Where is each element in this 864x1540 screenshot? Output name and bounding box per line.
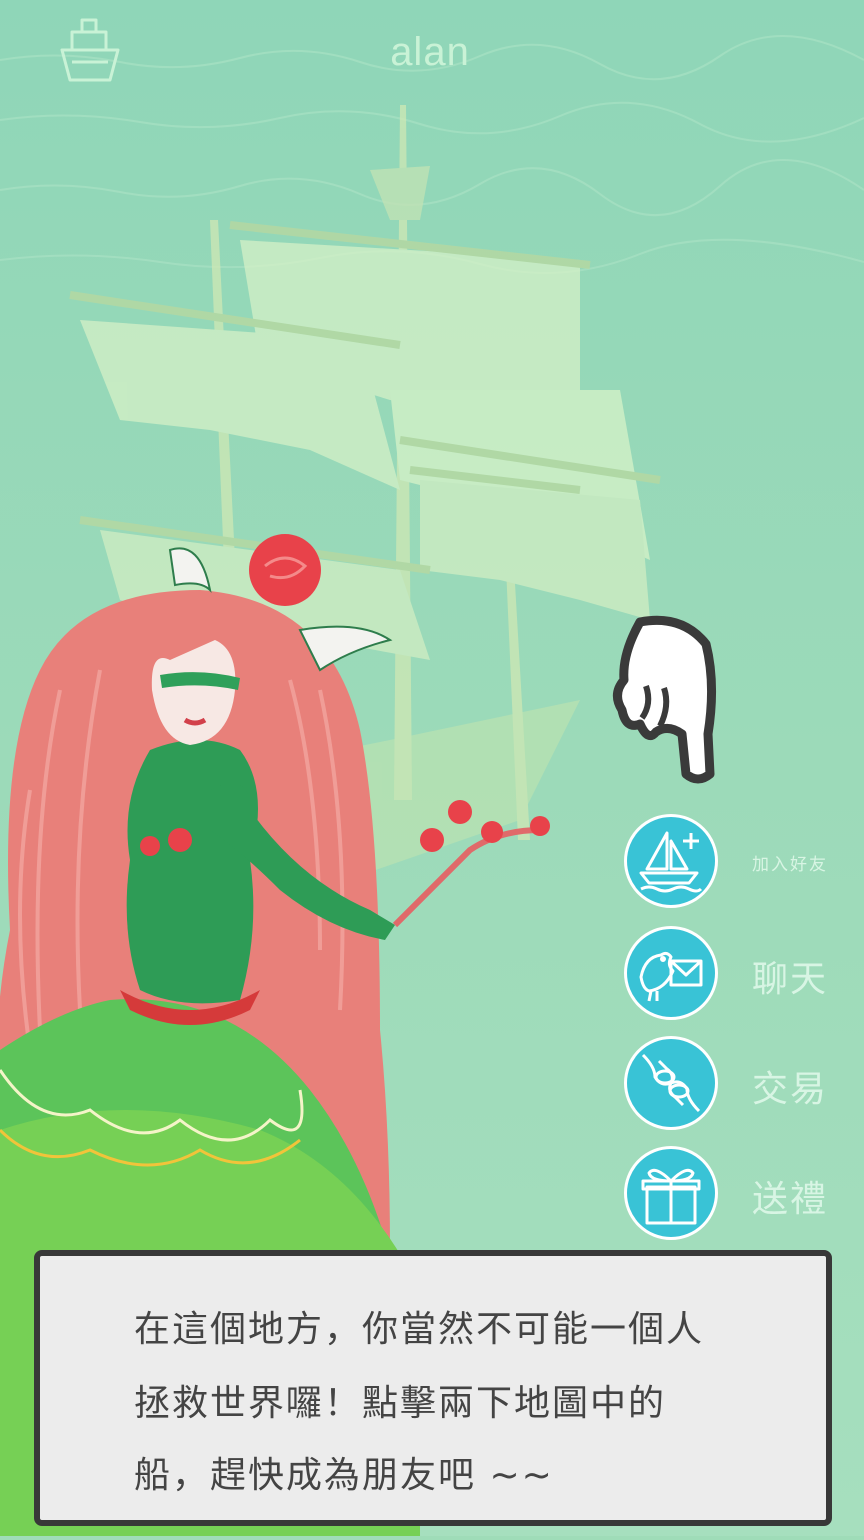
gift-button[interactable]: 送禮 (624, 1146, 834, 1242)
add-friend-label: 加入好友 (752, 855, 828, 875)
dialog-line-3: 船，趕快成為朋友吧 ~~ (134, 1455, 554, 1496)
tutorial-dialog[interactable]: 在這個地方，你當然不可能一個人 拯救世界囉！點擊兩下地圖中的 船，趕快成為朋友吧… (34, 1250, 832, 1526)
ship-icon (60, 18, 120, 82)
gift-label: 送禮 (752, 1179, 829, 1220)
trade-hands-icon (641, 1053, 701, 1113)
action-circle (624, 814, 718, 908)
chat-button[interactable]: 聊天 (624, 926, 834, 1022)
ship-button[interactable] (58, 16, 122, 88)
action-circle (624, 926, 718, 1020)
action-circle (624, 1146, 718, 1240)
dialog-line-1: 在這個地方，你當然不可能一個人 (134, 1309, 705, 1350)
pigeon-letter-icon (639, 951, 703, 1002)
top-bar: alan (0, 0, 864, 110)
dialog-line-2: 拯救世界囉！點擊兩下地圖中的 (134, 1383, 667, 1424)
add-friend-button[interactable]: 加入好友 (624, 814, 834, 910)
sailboat-plus-icon (639, 831, 703, 893)
action-circle (624, 1036, 718, 1130)
chat-label: 聊天 (752, 959, 829, 1000)
pointing-hand-icon (612, 614, 722, 784)
username-title: alan (390, 30, 470, 74)
trade-label: 交易 (752, 1069, 829, 1110)
trade-button[interactable]: 交易 (624, 1036, 834, 1132)
gift-icon (641, 1168, 701, 1225)
